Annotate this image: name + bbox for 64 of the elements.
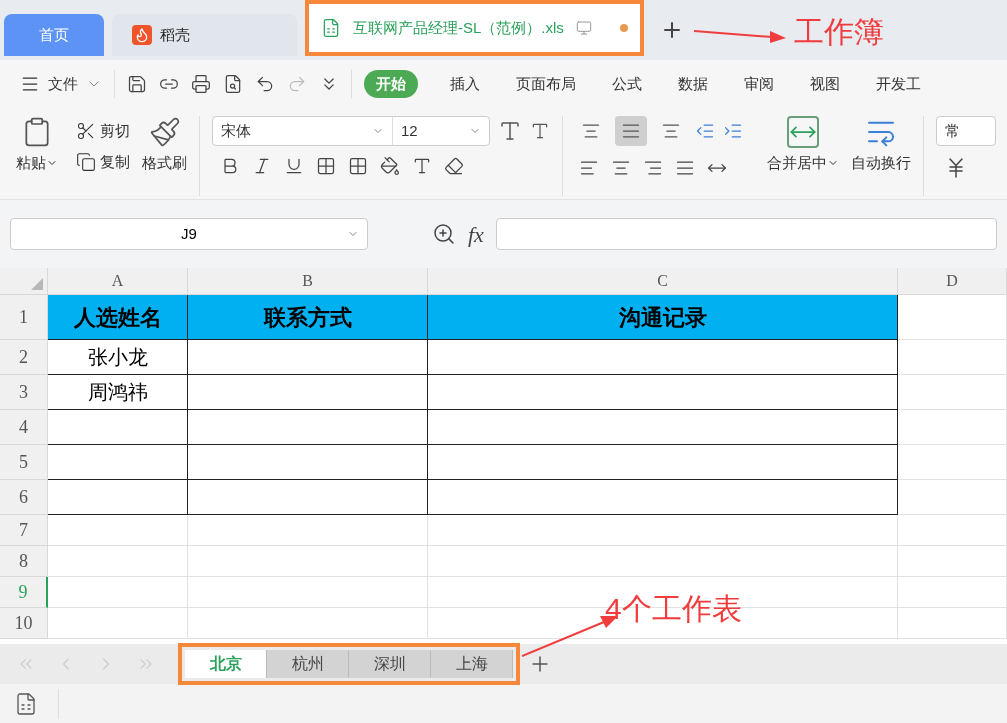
column-header[interactable]: A (48, 268, 188, 294)
paste-button[interactable]: 粘贴 (16, 152, 58, 175)
format-painter-button[interactable]: 格式刷 (142, 152, 187, 175)
table-cell: 人选姓名 (48, 295, 188, 340)
tab-label: 互联网产品经理-SL（范例）.xls (353, 17, 564, 38)
ribbon-tab[interactable]: 页面布局 (512, 72, 580, 96)
row-header[interactable]: 7 (0, 515, 48, 546)
row-header[interactable]: 1 (0, 295, 48, 340)
number-format-field[interactable]: 常 (936, 116, 996, 146)
fill-color-icon[interactable] (380, 156, 400, 176)
wrap-text-button[interactable]: 自动换行 (851, 152, 911, 175)
ribbon-tab[interactable]: 开发工 (872, 72, 925, 96)
row-header[interactable]: 10 (0, 608, 48, 639)
scissors-icon (76, 121, 96, 142)
flame-icon (132, 25, 152, 45)
print-icon[interactable] (191, 74, 211, 94)
clear-icon[interactable] (444, 156, 464, 176)
sheet-tab[interactable]: 深圳 (349, 650, 431, 678)
function-label[interactable]: fx (468, 217, 484, 251)
sheet-tab[interactable]: 杭州 (267, 650, 349, 678)
ribbon-tab[interactable]: 公式 (608, 72, 646, 96)
column-header[interactable]: C (428, 268, 898, 294)
undo-icon[interactable] (255, 74, 275, 94)
vertical-align-button[interactable] (615, 116, 647, 146)
increase-font-icon[interactable] (498, 119, 522, 143)
tab-label: 稻壳 (160, 24, 190, 45)
zoom-icon[interactable] (432, 222, 456, 246)
copy-button[interactable]: 复制 (76, 150, 130, 173)
ribbon-tab[interactable]: 审阅 (740, 72, 778, 96)
row-header[interactable]: 3 (0, 375, 48, 410)
ribbon-tab[interactable]: 插入 (446, 72, 484, 96)
table-cell: 联系方式 (188, 295, 428, 340)
merge-center-button[interactable]: 合并居中 (767, 152, 839, 175)
file-menu[interactable]: 文件 (20, 72, 102, 96)
row-header[interactable]: 2 (0, 340, 48, 375)
formula-field[interactable] (495, 218, 997, 250)
table-cell: 周鸿祎 (48, 375, 188, 410)
underline-icon[interactable] (284, 156, 304, 176)
spreadsheet-icon (321, 18, 341, 38)
row-header[interactable]: 8 (0, 546, 48, 577)
table-cell: 沟通记录 (428, 295, 898, 340)
ribbon-tab[interactable]: 数据 (674, 72, 712, 96)
annotation-label: 工作簿 (793, 14, 884, 50)
save-icon[interactable] (127, 74, 147, 94)
cell-style-icon[interactable] (348, 156, 368, 176)
macro-icon[interactable] (14, 691, 38, 716)
merge-icon[interactable] (787, 116, 819, 148)
row-header[interactable]: 6 (0, 480, 48, 515)
ribbon-tab[interactable]: 视图 (806, 72, 844, 96)
name-box[interactable]: J9 (10, 218, 368, 250)
print-preview-icon[interactable] (223, 74, 243, 94)
column-header[interactable]: B (188, 268, 428, 294)
copy-icon (76, 151, 96, 172)
cut-button[interactable]: 剪切 (76, 120, 130, 143)
row-header[interactable]: 5 (0, 445, 48, 480)
table-cell: 张小龙 (48, 340, 188, 375)
row-header[interactable]: 4 (0, 410, 48, 445)
format-painter-icon[interactable] (148, 116, 181, 148)
sheet-tab[interactable]: 上海 (431, 650, 513, 678)
column-header[interactable]: D (898, 268, 1007, 294)
docer-tab[interactable]: 稻壳 (112, 14, 297, 56)
border-icon[interactable] (316, 156, 336, 176)
decrease-font-icon[interactable] (530, 121, 550, 141)
font-color-icon[interactable] (412, 156, 432, 176)
